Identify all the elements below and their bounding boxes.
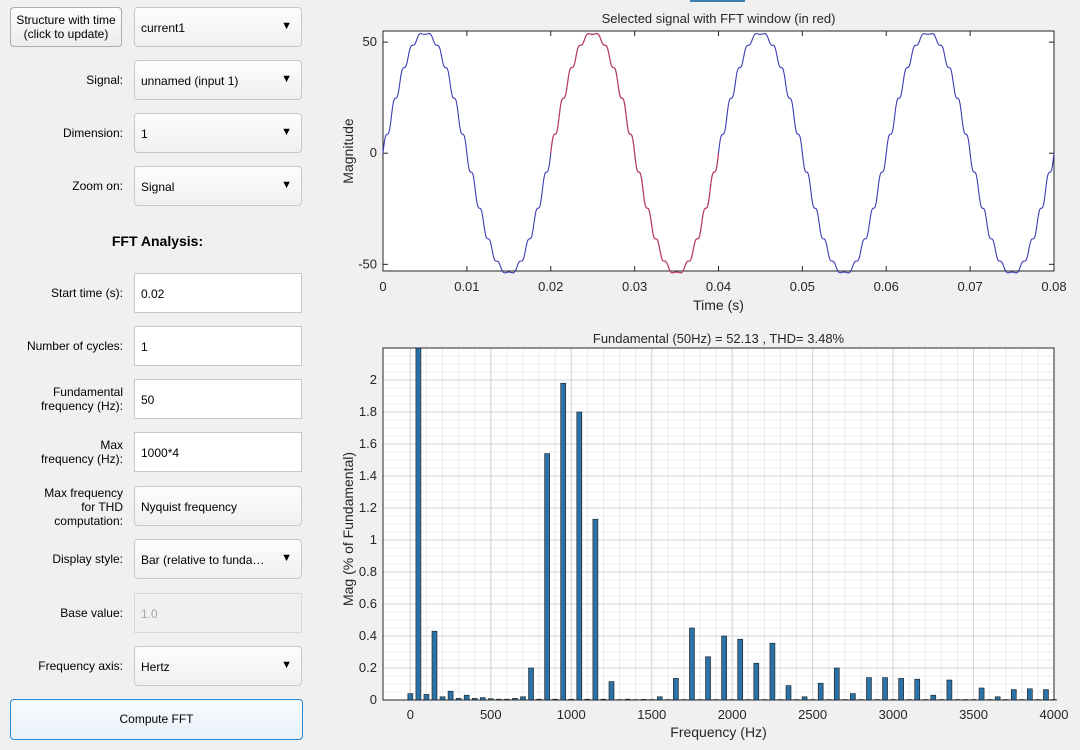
x-tick-label: 1000 bbox=[557, 707, 586, 722]
fft-bar bbox=[544, 453, 550, 701]
fft-bar bbox=[882, 677, 888, 701]
fft-bar bbox=[592, 518, 599, 701]
y-tick-label: 0.6 bbox=[359, 596, 377, 611]
y-tick-label: 0.8 bbox=[359, 564, 377, 579]
y-tick-label: 0.4 bbox=[359, 628, 377, 643]
y-tick-label: 1.8 bbox=[359, 404, 377, 419]
x-tick-label: 3000 bbox=[879, 707, 908, 722]
fft-bar bbox=[721, 635, 727, 701]
y-tick-label: 0.2 bbox=[359, 660, 377, 675]
fft-bar bbox=[447, 690, 454, 701]
y-tick-label: 0 bbox=[370, 692, 377, 707]
x-tick-label: 500 bbox=[480, 707, 502, 722]
fft-bar bbox=[415, 347, 422, 701]
fft-bar bbox=[914, 678, 921, 701]
x-tick-label: 0.06 bbox=[874, 279, 899, 294]
signal-y-axis-label: Magnitude bbox=[340, 118, 356, 184]
fft-x-axis-label: Frequency (Hz) bbox=[670, 724, 766, 740]
fft-bar bbox=[576, 411, 583, 701]
x-tick-label: 0.08 bbox=[1041, 279, 1066, 294]
fft-bar bbox=[737, 638, 744, 701]
fft-bar bbox=[423, 694, 430, 701]
x-tick-label: 0.01 bbox=[454, 279, 479, 294]
x-tick-label: 2500 bbox=[798, 707, 827, 722]
y-tick-label: 0 bbox=[370, 145, 377, 160]
fft-bar bbox=[528, 667, 534, 701]
fft-bar bbox=[769, 642, 776, 701]
x-tick-label: 0.05 bbox=[790, 279, 815, 294]
fft-bar bbox=[608, 681, 615, 701]
x-tick-label: 1500 bbox=[637, 707, 666, 722]
y-tick-label: 1.6 bbox=[359, 436, 377, 451]
fft-bar bbox=[407, 693, 414, 701]
signal-x-axis-label: Time (s) bbox=[693, 297, 744, 313]
fft-y-axis-label: Mag (% of Fundamental) bbox=[340, 452, 356, 606]
fft-bar bbox=[1043, 689, 1049, 701]
fft-bar bbox=[431, 630, 438, 701]
x-tick-label: 0.03 bbox=[622, 279, 647, 294]
x-tick-label: 0.07 bbox=[957, 279, 982, 294]
x-tick-label: 0.04 bbox=[706, 279, 731, 294]
y-tick-label: -50 bbox=[358, 256, 377, 271]
fft-bar bbox=[833, 667, 840, 701]
fft-bar bbox=[850, 693, 856, 701]
y-tick-label: 1 bbox=[370, 532, 377, 547]
x-tick-label: 0 bbox=[379, 279, 386, 294]
y-tick-label: 1.2 bbox=[359, 500, 377, 515]
x-tick-label: 3500 bbox=[959, 707, 988, 722]
signal-chart-title: Selected signal with FFT window (in red) bbox=[602, 11, 836, 26]
y-tick-label: 1.4 bbox=[359, 468, 377, 483]
charts-area: Selected signal with FFT window (in red)… bbox=[340, 11, 1069, 740]
fft-bar bbox=[463, 694, 470, 701]
fft-bar bbox=[1027, 688, 1033, 701]
fft-bar bbox=[753, 662, 760, 701]
fft-bar bbox=[1010, 689, 1017, 701]
fft-bar bbox=[705, 656, 711, 701]
y-tick-label: 2 bbox=[370, 372, 377, 387]
x-tick-label: 4000 bbox=[1040, 707, 1069, 722]
x-tick-label: 2000 bbox=[718, 707, 747, 722]
y-tick-label: 50 bbox=[363, 34, 377, 49]
x-tick-label: 0 bbox=[407, 707, 414, 722]
fft-bar bbox=[785, 685, 792, 701]
fft-bar bbox=[673, 678, 679, 701]
x-tick-label: 0.02 bbox=[538, 279, 563, 294]
fft-bar bbox=[946, 679, 953, 701]
fft-bar bbox=[560, 382, 567, 701]
fft-bar bbox=[817, 682, 824, 701]
fft-bar bbox=[898, 678, 904, 701]
fft-bar bbox=[930, 694, 937, 701]
fft-bar bbox=[689, 627, 695, 701]
fft-bar bbox=[866, 677, 872, 701]
fft-chart-title: Fundamental (50Hz) = 52.13 , THD= 3.48% bbox=[593, 331, 845, 346]
fft-bar bbox=[978, 687, 985, 701]
